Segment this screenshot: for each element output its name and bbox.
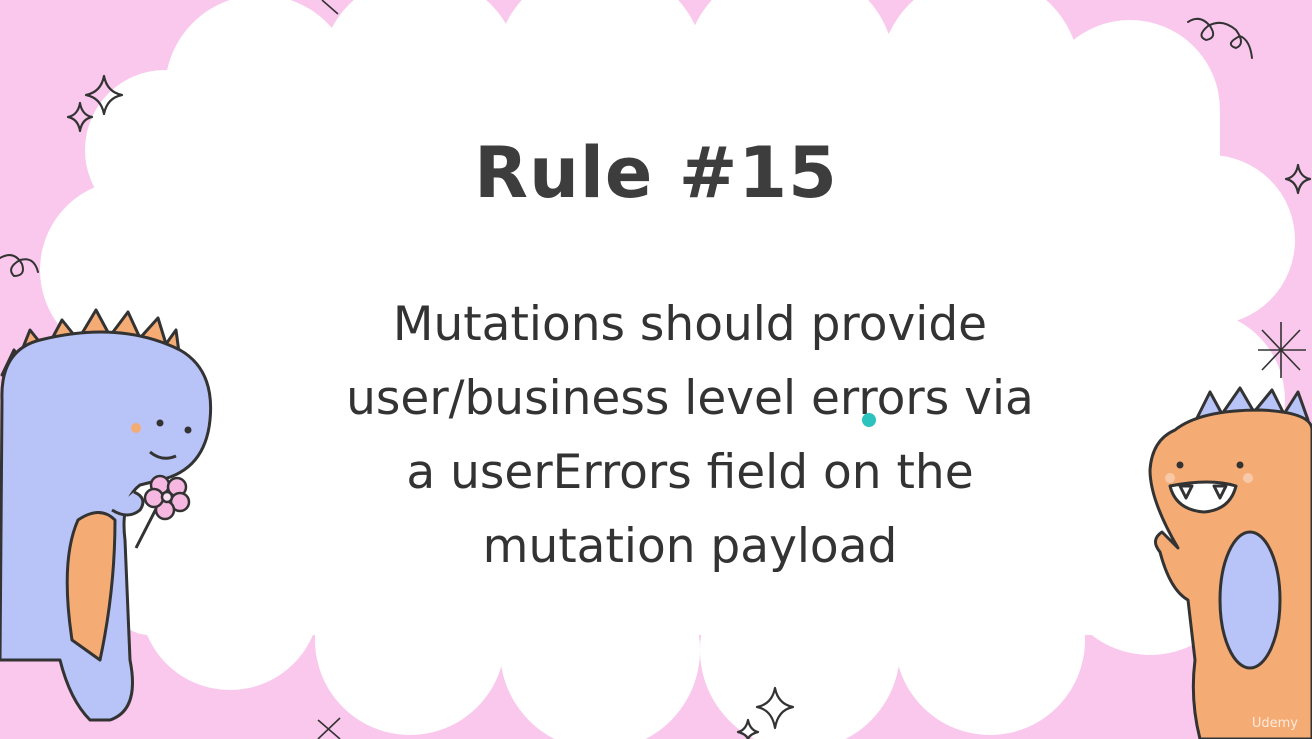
- pointer-cursor: [862, 413, 876, 427]
- slide-title: Rule #15: [474, 132, 838, 214]
- rule-line: a userErrors field on the: [406, 445, 974, 500]
- udemy-watermark: Udemy: [1251, 716, 1298, 731]
- rule-line: mutation payload: [482, 519, 898, 574]
- rule-description: Mutations should provide user/business l…: [250, 288, 1130, 584]
- orange-dino: [1148, 386, 1312, 739]
- rule-line: Mutations should provide: [392, 297, 988, 352]
- rule-line: user/business level errors via: [346, 371, 1034, 426]
- slide-stage: Rule #15 Mutations should provide user/b…: [0, 0, 1312, 739]
